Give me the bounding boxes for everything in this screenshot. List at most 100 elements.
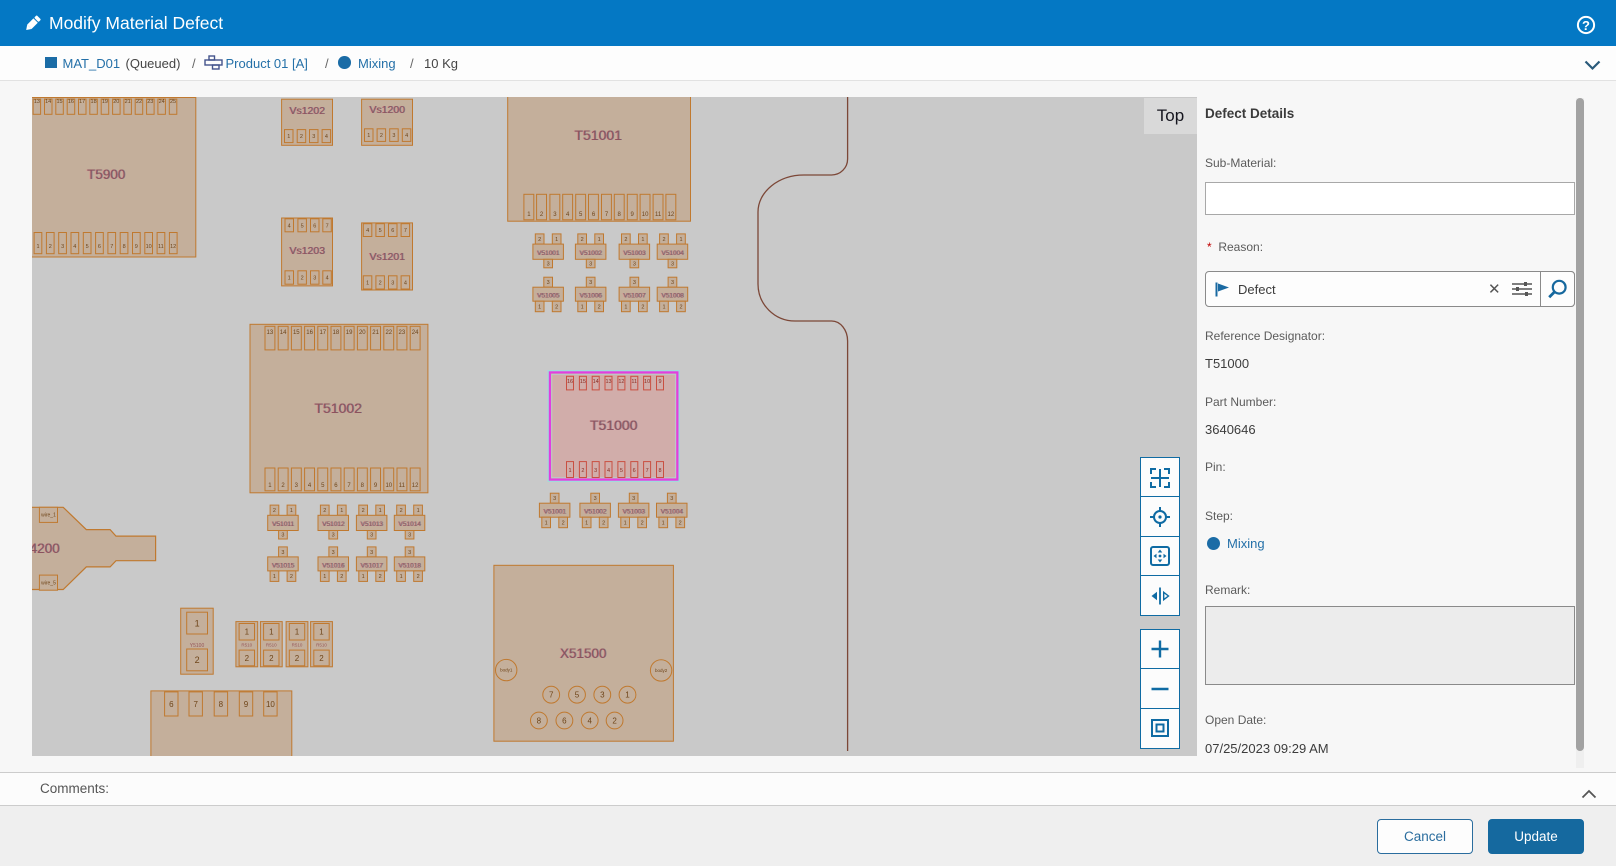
svg-text:Vs1201: Vs1201 bbox=[369, 251, 405, 263]
svg-text:T51001: T51001 bbox=[574, 127, 622, 143]
svg-text:1: 1 bbox=[340, 508, 343, 514]
svg-text:V51004: V51004 bbox=[661, 250, 684, 257]
svg-text:19: 19 bbox=[346, 330, 353, 336]
svg-text:13: 13 bbox=[267, 330, 274, 336]
svg-text:2: 2 bbox=[290, 574, 293, 580]
svg-text:18: 18 bbox=[91, 99, 97, 105]
svg-text:2: 2 bbox=[340, 574, 343, 580]
svg-text:R510: R510 bbox=[292, 643, 303, 648]
svg-text:3: 3 bbox=[632, 496, 635, 502]
svg-text:2: 2 bbox=[380, 133, 383, 139]
svg-text:20: 20 bbox=[113, 99, 119, 105]
svg-text:15: 15 bbox=[580, 379, 586, 385]
svg-text:1: 1 bbox=[585, 520, 588, 526]
svg-text:1: 1 bbox=[625, 691, 630, 700]
svg-text:3: 3 bbox=[589, 262, 592, 268]
svg-text:3: 3 bbox=[547, 262, 550, 268]
svg-text:13: 13 bbox=[605, 379, 611, 385]
svg-text:wire_1: wire_1 bbox=[41, 513, 56, 519]
svg-text:2: 2 bbox=[555, 304, 558, 310]
svg-text:23: 23 bbox=[147, 99, 153, 105]
svg-text:3: 3 bbox=[594, 468, 597, 474]
svg-text:V51012: V51012 bbox=[322, 521, 345, 528]
svg-text:12: 12 bbox=[618, 379, 624, 385]
svg-text:7: 7 bbox=[326, 223, 329, 229]
svg-text:6: 6 bbox=[633, 468, 636, 474]
svg-text:2: 2 bbox=[195, 655, 200, 665]
svg-text:11: 11 bbox=[399, 483, 406, 489]
svg-text:V51001: V51001 bbox=[537, 250, 560, 257]
svg-text:T51000: T51000 bbox=[590, 417, 638, 433]
svg-text:3: 3 bbox=[281, 550, 284, 556]
svg-text:?: ? bbox=[1582, 18, 1590, 33]
svg-text:11: 11 bbox=[631, 379, 637, 385]
svg-text:7: 7 bbox=[646, 468, 649, 474]
svg-text:1: 1 bbox=[245, 628, 250, 637]
svg-text:Vs1200: Vs1200 bbox=[369, 104, 405, 116]
svg-text:2: 2 bbox=[641, 304, 644, 310]
svg-text:X4200: X4200 bbox=[32, 541, 60, 556]
svg-text:4: 4 bbox=[607, 468, 610, 474]
svg-text:4: 4 bbox=[73, 244, 76, 250]
svg-text:25: 25 bbox=[170, 99, 176, 105]
svg-text:10: 10 bbox=[146, 244, 152, 250]
svg-text:V51003: V51003 bbox=[622, 509, 645, 516]
svg-text:14: 14 bbox=[280, 330, 287, 336]
svg-text:7: 7 bbox=[193, 700, 198, 709]
svg-text:3: 3 bbox=[633, 262, 636, 268]
svg-text:1: 1 bbox=[295, 628, 300, 637]
svg-text:2: 2 bbox=[362, 508, 365, 514]
svg-text:V51002: V51002 bbox=[584, 509, 607, 516]
svg-text:2: 2 bbox=[602, 520, 605, 526]
svg-text:10: 10 bbox=[266, 700, 275, 709]
svg-text:3: 3 bbox=[408, 533, 411, 539]
svg-text:1: 1 bbox=[581, 304, 584, 310]
svg-text:3: 3 bbox=[594, 496, 597, 502]
svg-text:V51008: V51008 bbox=[661, 293, 684, 300]
svg-text:9: 9 bbox=[244, 700, 249, 709]
svg-text:2: 2 bbox=[598, 304, 601, 310]
svg-text:V51016: V51016 bbox=[322, 562, 345, 569]
svg-text:1: 1 bbox=[195, 618, 200, 628]
svg-text:3: 3 bbox=[408, 550, 411, 556]
svg-text:24: 24 bbox=[412, 330, 419, 336]
svg-text:8: 8 bbox=[537, 716, 542, 725]
svg-text:V51002: V51002 bbox=[579, 250, 602, 257]
svg-text:V51005: V51005 bbox=[537, 293, 560, 300]
svg-text:1: 1 bbox=[545, 520, 548, 526]
svg-text:6: 6 bbox=[313, 223, 316, 229]
svg-text:1: 1 bbox=[641, 237, 644, 243]
svg-text:16: 16 bbox=[68, 99, 74, 105]
svg-text:8: 8 bbox=[123, 244, 126, 250]
svg-text:3: 3 bbox=[600, 691, 605, 700]
svg-text:10: 10 bbox=[642, 212, 649, 218]
svg-text:23: 23 bbox=[399, 330, 406, 336]
svg-text:20: 20 bbox=[359, 330, 366, 336]
svg-text:wire_5: wire_5 bbox=[41, 580, 56, 586]
svg-text:6: 6 bbox=[391, 228, 394, 234]
svg-text:1: 1 bbox=[269, 628, 274, 637]
svg-text:3: 3 bbox=[281, 533, 284, 539]
svg-text:12: 12 bbox=[412, 483, 419, 489]
svg-text:R510: R510 bbox=[241, 643, 252, 648]
svg-text:17: 17 bbox=[79, 99, 85, 105]
svg-text:6: 6 bbox=[98, 244, 101, 250]
svg-text:22: 22 bbox=[385, 330, 392, 336]
svg-text:1: 1 bbox=[362, 574, 365, 580]
svg-text:1: 1 bbox=[555, 237, 558, 243]
svg-text:V51011: V51011 bbox=[272, 521, 294, 528]
svg-text:V51006: V51006 bbox=[579, 293, 602, 300]
svg-text:4: 4 bbox=[326, 276, 329, 282]
svg-text:2: 2 bbox=[581, 237, 584, 243]
svg-text:16: 16 bbox=[567, 379, 573, 385]
svg-text:4: 4 bbox=[325, 134, 328, 140]
svg-text:3: 3 bbox=[670, 496, 673, 502]
svg-text:R510: R510 bbox=[266, 643, 277, 648]
svg-text:3: 3 bbox=[61, 244, 64, 250]
svg-text:2: 2 bbox=[379, 574, 382, 580]
svg-text:2: 2 bbox=[300, 134, 303, 140]
svg-text:4: 4 bbox=[288, 223, 291, 229]
svg-text:V51001: V51001 bbox=[543, 509, 566, 516]
svg-text:1: 1 bbox=[624, 520, 627, 526]
svg-text:17: 17 bbox=[319, 330, 326, 336]
